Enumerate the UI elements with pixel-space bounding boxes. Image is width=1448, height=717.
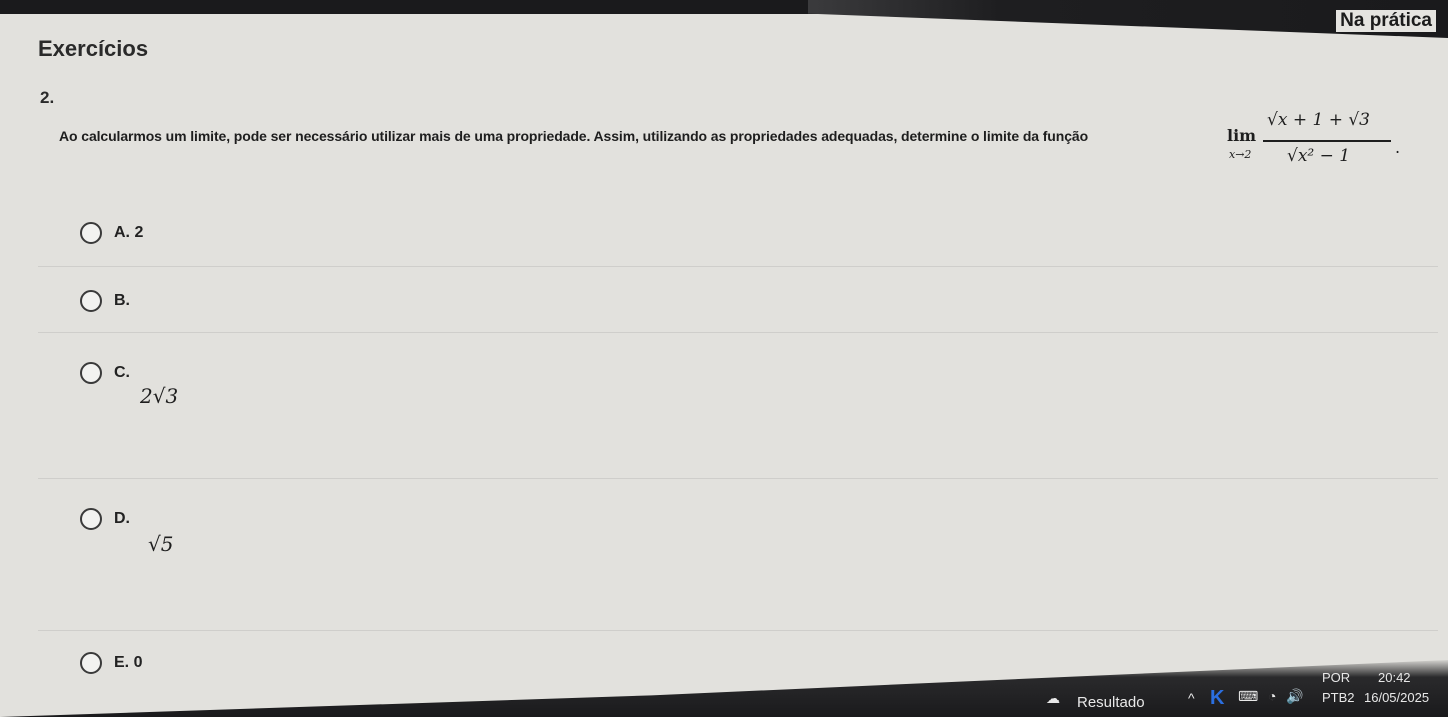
taskbar xyxy=(0,660,1448,717)
option-d-label: D. xyxy=(114,510,130,527)
lim-operator: lim xyxy=(1227,126,1257,145)
formula-period: . xyxy=(1395,138,1401,157)
limit-formula: lim x→2 √x + 1 + √3 √x² − 1 . xyxy=(1227,108,1407,178)
chevron-up-icon[interactable]: ^ xyxy=(1188,690,1195,706)
radio-option-d[interactable] xyxy=(80,508,102,530)
volume-icon[interactable]: 🔊 xyxy=(1286,688,1303,705)
taskbar-app-label[interactable]: Resultado xyxy=(1077,694,1145,711)
clock-time[interactable]: 20:42 xyxy=(1378,670,1411,685)
divider xyxy=(38,630,1438,631)
language-indicator[interactable]: POR xyxy=(1322,670,1350,685)
fraction-numerator: √x + 1 + √3 xyxy=(1267,110,1370,130)
question-text: Ao calcularmos um limite, pode ser neces… xyxy=(59,128,1089,144)
section-title: Exercícios xyxy=(38,36,149,61)
weather-icon[interactable]: ☁ xyxy=(1046,690,1060,707)
option-c-math: 2√3 xyxy=(140,384,179,408)
radio-option-e[interactable] xyxy=(80,652,102,674)
fraction-denominator: √x² − 1 xyxy=(1287,146,1351,166)
question-number: 2. xyxy=(40,88,55,107)
divider xyxy=(38,478,1438,479)
option-e-label: E. 0 xyxy=(114,654,143,671)
clock-date[interactable]: 16/05/2025 xyxy=(1364,690,1429,705)
k-app-icon[interactable]: K xyxy=(1210,687,1224,710)
keyboard-layout-indicator[interactable]: PTB2 xyxy=(1322,690,1355,705)
keyboard-icon[interactable]: ⌨ xyxy=(1238,688,1258,705)
option-b-label: B. xyxy=(114,292,130,309)
radio-option-a[interactable] xyxy=(80,222,102,244)
lim-subscript: x→2 xyxy=(1229,148,1252,161)
network-icon[interactable]: ◔ xyxy=(1268,688,1276,704)
radio-option-c[interactable] xyxy=(80,362,102,384)
option-d-math: √5 xyxy=(148,532,174,556)
option-a-label: A. 2 xyxy=(114,224,144,241)
divider xyxy=(38,266,1438,267)
fraction-bar xyxy=(1263,140,1391,142)
radio-option-b[interactable] xyxy=(80,290,102,312)
divider xyxy=(38,332,1438,333)
page-header-title: Na prática xyxy=(1336,10,1436,32)
option-c-label: C. xyxy=(114,364,130,381)
